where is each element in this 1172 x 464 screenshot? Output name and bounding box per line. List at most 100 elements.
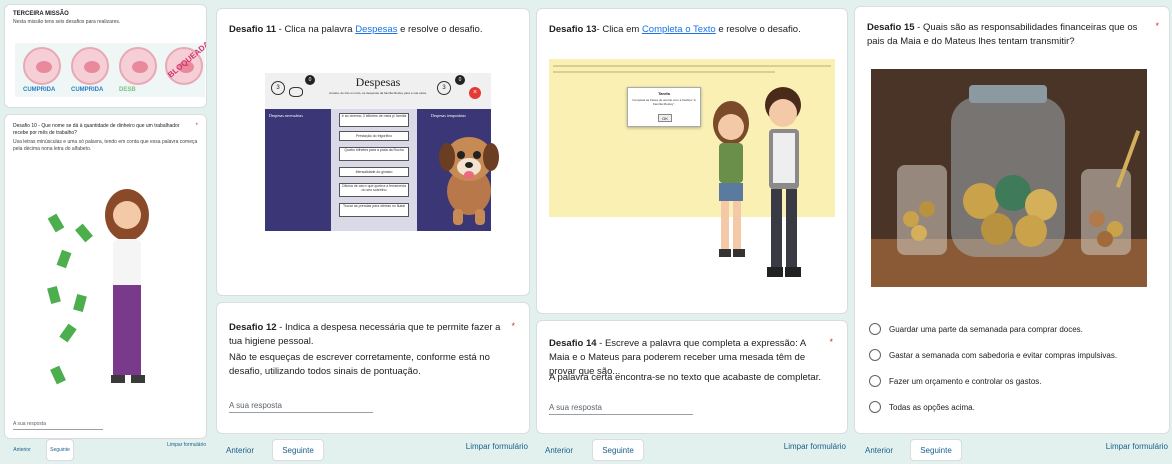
option-3[interactable]: Fazer um orçamento e controlar os gastos… [869,375,1042,387]
option-4[interactable]: Todas as opções acima. [869,401,975,413]
question-12-title: Desafio 12 - Indica a despesa necessária… [229,321,513,349]
clear-form-button[interactable]: Limpar formulário [167,442,206,448]
game-item[interactable]: Prestação do frigorífico [339,131,409,141]
question-13-card: Desafio 13- Clica em Completa o Texto e … [536,8,848,314]
dialog-ok-button[interactable]: OK [658,114,672,122]
question-10-card: Desafio 10 - Que nome se dá à quantidade… [4,114,207,439]
completa-o-texto-link[interactable]: Completa o Texto [642,24,716,35]
question-13-title: Desafio 13- Clica em Completa o Texto e … [549,23,801,37]
game-close-icon[interactable]: × [469,87,481,99]
next-button[interactable]: Seguinte [910,439,962,461]
game-title: Despesas [355,75,401,89]
despesas-link[interactable]: Despesas [355,24,397,35]
game-items-column: Ir ao cinema; 3 bilhetes de meia p/ famí… [331,109,417,231]
radio-button[interactable] [869,401,881,413]
question-14-number: Desafio 14 [549,338,597,349]
game-counter-left-dark: 0 [305,75,315,85]
option-4-label: Todas as opções acima. [889,402,975,412]
next-button[interactable]: Seguinte [272,439,324,461]
required-asterisk: * [829,337,833,347]
previous-button[interactable]: Anterior [540,439,578,461]
question-13-text: - Clica em [596,24,642,35]
stamp-completed-2: CUMPRIDA [71,87,104,93]
dialog-title: Tarefa [658,91,670,96]
mission-title: TERCEIRA MISSÃO [13,11,69,17]
required-asterisk: * [1155,21,1159,31]
clear-form-button[interactable]: Limpar formulário [784,442,846,451]
game-subtitle: Arrasta, de três em três, as despesas da… [329,91,427,95]
next-button[interactable]: Seguinte [592,439,644,461]
question-15-card: Desafio 15 - Quais são as responsabilida… [854,6,1170,434]
question-11-card: Desafio 11 - Clica na palavra Despesas e… [216,8,530,296]
text-line [553,71,776,73]
question-14-note: A palavra certa encontra-se no texto que… [549,372,821,383]
form-column-3: Desafio 13- Clica em Completa o Texto e … [534,0,850,464]
form-column-4: Desafio 15 - Quais são as responsabilida… [852,0,1172,464]
question-13-number: Desafio 13 [549,24,597,35]
piggy-coin-2 [71,47,109,85]
piggy-coin-row: CUMPRIDA CUMPRIDA DESB BLOQUEADA [15,39,206,97]
question-12-number: Desafio 12 [229,322,277,333]
piggy-icon [84,61,100,73]
navigation-bar-4: Anterior Seguinte Limpar formulário [852,436,1172,464]
dialog-body: Completa as frases de acordo com a histó… [632,98,696,106]
game-item[interactable]: Ir ao cinema; 3 bilhetes de meia p/ famí… [339,113,409,127]
illustration-woman-money [45,185,175,405]
question-11-number: Desafio 11 [229,24,276,35]
woman-money-drawing [47,189,149,385]
mission-card: TERCEIRA MISSÃO Nesta missão tens seis d… [4,4,207,108]
radio-button[interactable] [869,349,881,361]
question-15-number: Desafio 15 [867,22,915,33]
stamp-unlocked: DESB [119,87,136,93]
clear-form-button[interactable]: Limpar formulário [1106,442,1168,451]
question-11-text-end: e resolve o desafio. [397,24,483,35]
piggy-coin-1 [23,47,61,85]
question-14-card: Desafio 14 - Escreve a palavra que compl… [536,320,848,434]
game-item[interactable]: Quatro bilhetes para a praia da Rocha [339,147,409,161]
navigation-bar-1: Anterior Seguinte Limpar formulário [0,436,210,464]
game-item[interactable]: Trocar as prendas para ofertas no Natal [339,203,409,217]
game-counter-right: 3 [437,81,451,95]
piggy-icon [36,61,52,73]
option-2[interactable]: Gastar a semanada com sabedoria e evitar… [869,349,1117,361]
piggy-outline-icon [289,87,303,97]
previous-button[interactable]: Anterior [220,439,260,461]
task-dialog: Tarefa Completa as frases de acordo com … [627,87,701,127]
question-12-card: Desafio 12 - Indica a despesa necessária… [216,302,530,434]
clear-form-button[interactable]: Limpar formulário [466,442,528,451]
question-10-answer-input[interactable]: A sua resposta [13,421,103,430]
game-counter-right-dark: 0 [455,75,465,85]
kids-illustration [713,87,801,277]
radio-button[interactable] [869,323,881,335]
option-1-label: Guardar uma parte da semanada para compr… [889,324,1083,334]
next-button[interactable]: Seguinte [46,439,74,461]
game-right-header: Despesas temporárias [431,113,466,118]
stamp-completed-1: CUMPRIDA [23,87,56,93]
required-asterisk: * [511,321,515,331]
option-3-label: Fazer um orçamento e controlar os gastos… [889,376,1042,386]
text-line [553,65,831,67]
form-column-2: Desafio 11 - Clica na palavra Despesas e… [214,0,532,464]
question-10-note: Usa letras minúsculas e uma só palavra, … [13,139,198,152]
game-counter-left: 3 [271,81,285,95]
question-11-text: - Clica na palavra [276,24,356,35]
question-14-answer-input[interactable]: A sua resposta [549,403,693,415]
question-10-title: Desafio 10 - Que nome se dá à quantidade… [13,123,180,136]
game-item[interactable]: Mensalidade do ginásio [339,167,409,177]
game-item[interactable]: Oficina de carro que quebra a ferramenta… [339,183,409,197]
previous-button[interactable]: Anterior [8,439,36,461]
question-13-text-end: e resolve o desafio. [715,24,801,35]
option-1[interactable]: Guardar uma parte da semanada para compr… [869,323,1083,335]
game-left-header: Despesas necessárias [269,113,303,118]
previous-button[interactable]: Anterior [860,439,898,461]
question-12-note: Não te esqueças de escrever corretamente… [229,352,490,377]
required-asterisk: * [195,123,198,129]
option-2-label: Gastar a semanada com sabedoria e evitar… [889,350,1118,360]
game-header: 3 0 Despesas Arrasta, de três em três, a… [265,73,491,109]
radio-button[interactable] [869,375,881,387]
question-11-title: Desafio 11 - Clica na palavra Despesas e… [229,23,482,37]
mission-description: Nesta missão tens seis desafios para rea… [13,19,121,25]
question-12-answer-input[interactable]: A sua resposta [229,401,373,413]
navigation-bar-3: Anterior Seguinte Limpar formulário [534,436,850,464]
piggy-coin-3 [119,47,157,85]
